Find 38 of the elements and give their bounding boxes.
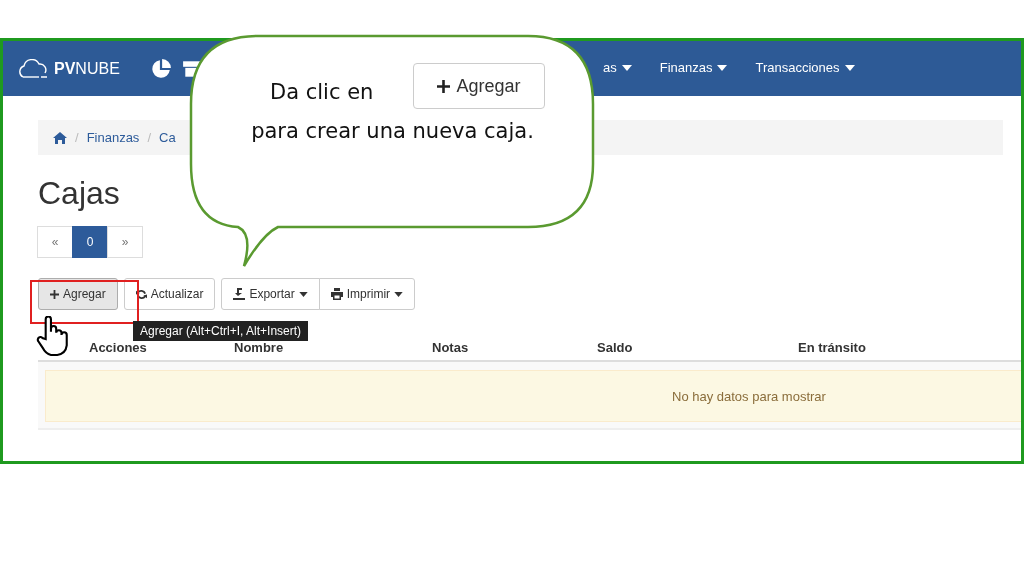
column-header: Notas bbox=[432, 339, 470, 355]
toolbar-button[interactable]: Agregar bbox=[38, 278, 118, 310]
empty-message: No hay datos para mostrar bbox=[672, 388, 826, 404]
printer-icon bbox=[330, 288, 343, 300]
caret-icon bbox=[621, 64, 632, 71]
nav-menu[interactable]: Transacciones bbox=[755, 60, 855, 75]
plus-icon bbox=[437, 79, 451, 93]
callout-text: Da clic en bbox=[270, 80, 374, 104]
breadcrumb-separator: / bbox=[75, 130, 79, 145]
page-title: Cajas bbox=[38, 175, 121, 212]
caret-icon bbox=[717, 64, 728, 71]
nav-menu[interactable]: as bbox=[603, 60, 632, 75]
logo-text[interactable]: PVNUBE bbox=[54, 59, 120, 78]
pie-chart-icon[interactable] bbox=[149, 57, 172, 80]
callout-text: para crear una nueva caja. bbox=[250, 118, 535, 145]
cloud-icon bbox=[17, 58, 49, 79]
export-icon bbox=[233, 288, 246, 300]
column-header: Acciones bbox=[89, 339, 148, 355]
column-header: Nombre bbox=[234, 339, 285, 355]
breadcrumb-separator: / bbox=[147, 130, 151, 145]
breadcrumb-link[interactable]: Finanzas bbox=[86, 130, 140, 145]
plus-icon bbox=[50, 289, 59, 299]
toolbar-button[interactable]: Exportar bbox=[221, 278, 320, 310]
breadcrumb-link[interactable]: Ca bbox=[159, 130, 176, 145]
toolbar-button[interactable]: Imprimir bbox=[318, 278, 416, 310]
page-button[interactable]: 0 bbox=[72, 226, 108, 258]
tooltip: Agregar (Alt+Ctrl+I, Alt+Insert) bbox=[133, 321, 309, 341]
column-header: En tránsito bbox=[798, 339, 866, 355]
refresh-icon bbox=[135, 288, 147, 300]
page-button[interactable]: » bbox=[107, 226, 143, 258]
nav-menu[interactable]: Finanzas bbox=[659, 60, 728, 75]
home-icon[interactable] bbox=[53, 131, 67, 144]
caret-icon bbox=[844, 64, 855, 71]
add-button[interactable]: Agregar bbox=[413, 63, 545, 109]
page-button[interactable]: « bbox=[37, 226, 73, 258]
toolbar-button[interactable]: Actualizar bbox=[123, 278, 216, 310]
column-header: Saldo bbox=[597, 339, 634, 355]
hand-cursor-icon bbox=[36, 316, 68, 356]
